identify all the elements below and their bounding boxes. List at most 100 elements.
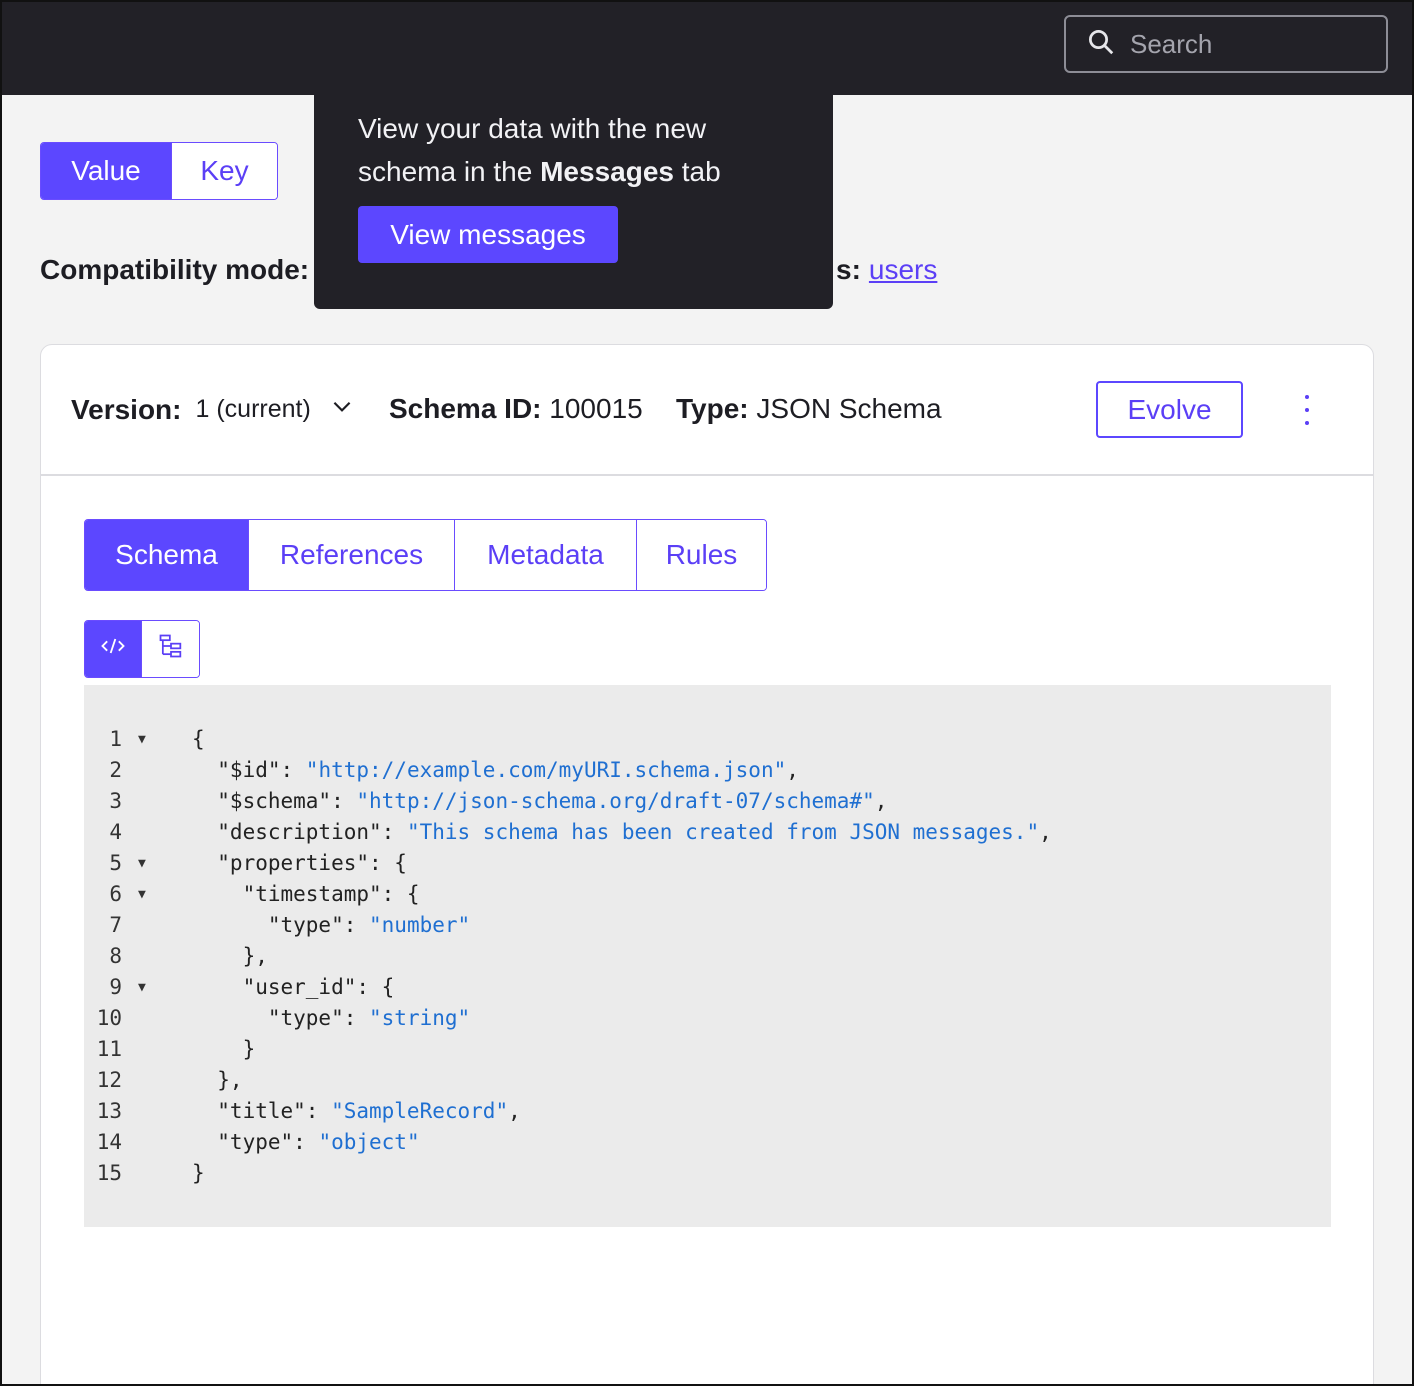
schema-id-label: Schema ID: [389,393,542,424]
string-literal: "SampleRecord" [331,1099,509,1123]
code-text: "user_id": { [192,975,395,999]
subjects-label: s: [836,254,861,285]
evolve-button[interactable]: Evolve [1096,381,1243,438]
code-line: 3 "$schema": "http://json-schema.org/dra… [84,786,1331,817]
schema-tabs: Schema References Metadata Rules [84,519,767,591]
view-mode-toggle [84,620,200,678]
type-value: JSON Schema [756,393,942,424]
code-text: }, [192,1068,243,1092]
fold-toggle-icon[interactable]: ▼ [138,848,146,879]
schema-card-header: Version: 1 (current) Schema ID: 100015 T… [41,345,1373,476]
line-number: 2 [109,758,122,782]
code-line: 7 "type": "number" [84,910,1331,941]
type-field: Type: JSON Schema [676,393,942,425]
code-line: 11 } [84,1034,1331,1065]
code-line: 10 "type": "string" [84,1003,1331,1034]
line-number: 11 [96,1037,122,1061]
popover-message: View your data with the new schema in th… [358,107,789,193]
code-text: "type": "number" [192,913,471,937]
schema-card: Version: 1 (current) Schema ID: 100015 T… [40,344,1374,1386]
code-line: 1 ▼ { [84,724,1331,755]
line-number: 15 [96,1161,122,1185]
tab-rules[interactable]: Rules [637,520,766,590]
subject-link-users[interactable]: users [869,254,937,285]
popover-line-2: schema in the Messages tab [358,150,789,193]
line-number: 8 [109,944,122,968]
tab-metadata[interactable]: Metadata [455,520,637,590]
code-line: 5 ▼ "properties": { [84,848,1331,879]
code-line: 4 "description": "This schema has been c… [84,817,1331,848]
tab-references[interactable]: References [249,520,455,590]
version-label: Version: [71,393,182,425]
popover-messages-bold: Messages [540,156,674,187]
code-line: 12 }, [84,1065,1331,1096]
fold-toggle-icon[interactable]: ▼ [138,879,146,910]
code-line: 9 ▼ "user_id": { [84,972,1331,1003]
compatibility-mode-label: Compatibility mode: [40,254,310,285]
view-messages-button[interactable]: View messages [358,206,618,263]
search-input[interactable] [1130,28,1370,60]
messages-tip-popover: View your data with the new schema in th… [314,95,833,309]
line-number: 14 [96,1130,122,1154]
code-text: } [192,1037,256,1061]
code-text: "$id": "http://example.com/myURI.schema.… [192,758,799,782]
line-number: 5 [109,851,122,875]
line-number: 4 [109,820,122,844]
popover-line-2-prefix: schema in the [358,156,541,187]
string-literal: "string" [369,1006,471,1030]
string-literal: "This schema has been created from JSON … [406,820,1040,844]
code-line: 13 "title": "SampleRecord", [84,1096,1331,1127]
value-key-toggle: Value Key [40,142,278,200]
value-button[interactable]: Value [41,143,172,199]
schema-id-field: Schema ID: 100015 [389,393,643,425]
version-selector[interactable]: Version: 1 (current) [71,393,355,426]
line-number: 9 [109,975,122,999]
chevron-down-icon [311,393,355,426]
schema-id-value: 100015 [549,393,643,424]
code-icon [99,632,127,667]
code-text: "title": "SampleRecord", [192,1099,521,1123]
search-icon [1086,27,1116,62]
popover-line-1: View your data with the new [358,113,707,144]
tab-schema[interactable]: Schema [85,520,249,590]
string-literal: "number" [369,913,471,937]
line-number: 12 [96,1068,122,1092]
code-line: 8 }, [84,941,1331,972]
line-number: 6 [109,882,122,906]
code-text: { [192,727,205,751]
fold-toggle-icon[interactable]: ▼ [138,972,146,1003]
code-text: "type": "object" [192,1130,420,1154]
code-line: 6 ▼ "timestamp": { [84,879,1331,910]
code-text: } [192,1161,205,1185]
line-number: 1 [109,727,122,751]
tree-icon [157,632,185,667]
string-literal: "http://json-schema.org/draft-07/schema#… [356,789,875,813]
subjects-field: s: users [836,254,937,286]
code-text: }, [192,944,268,968]
string-literal: "object" [318,1130,420,1154]
schema-code-editor[interactable]: 1 ▼ {2 "$id": "http://example.com/myURI.sc… [84,685,1331,1227]
search-box[interactable] [1064,15,1388,73]
string-literal: "http://example.com/myURI.schema.json" [305,758,787,782]
code-text: "timestamp": { [192,882,420,906]
fold-toggle-icon[interactable]: ▼ [138,724,146,755]
more-options-icon[interactable] [1297,395,1317,425]
key-button[interactable]: Key [172,143,277,199]
line-number: 10 [96,1006,122,1030]
tree-view-button[interactable] [142,621,199,677]
version-value: 1 (current) [195,395,311,423]
top-bar [0,0,1414,95]
code-text: "type": "string" [192,1006,471,1030]
code-line: 14 "type": "object" [84,1127,1331,1158]
code-text: "description": "This schema has been cre… [192,820,1052,844]
code-view-button[interactable] [85,621,142,677]
code-text: "$schema": "http://json-schema.org/draft… [192,789,888,813]
line-number: 3 [109,789,122,813]
type-label: Type: [676,393,749,424]
code-line: 2 "$id": "http://example.com/myURI.schem… [84,755,1331,786]
line-number: 7 [109,913,122,937]
line-number: 13 [96,1099,122,1123]
code-line: 15} [84,1158,1331,1189]
code-text: "properties": { [192,851,407,875]
popover-line-2-suffix: tab [673,156,721,187]
